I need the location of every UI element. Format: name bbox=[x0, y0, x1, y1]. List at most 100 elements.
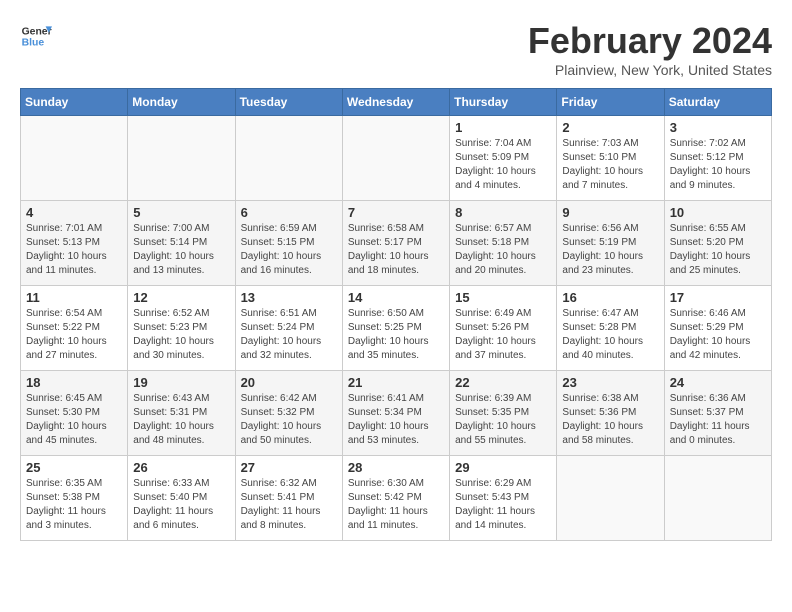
day-info: Sunrise: 6:45 AMSunset: 5:30 PMDaylight:… bbox=[26, 392, 122, 448]
day-number: 8 bbox=[455, 205, 551, 220]
day-info: Sunrise: 6:29 AMSunset: 5:43 PMDaylight:… bbox=[455, 477, 551, 533]
day-info: Sunrise: 7:00 AMSunset: 5:14 PMDaylight:… bbox=[133, 222, 229, 278]
calendar-cell: 28 Sunrise: 6:30 AMSunset: 5:42 PMDayligh… bbox=[342, 456, 449, 541]
header-day-tuesday: Tuesday bbox=[235, 89, 342, 116]
day-info: Sunrise: 6:47 AMSunset: 5:28 PMDaylight:… bbox=[562, 307, 658, 363]
header-day-wednesday: Wednesday bbox=[342, 89, 449, 116]
week-row-1: 4 Sunrise: 7:01 AMSunset: 5:13 PMDaylight… bbox=[21, 201, 772, 286]
calendar-cell: 13Sunrise: 6:51 AMSunset: 5:24 PMDayligh… bbox=[235, 286, 342, 371]
header-day-friday: Friday bbox=[557, 89, 664, 116]
calendar-cell: 10 Sunrise: 6:55 AMSunset: 5:20 PMDayligh… bbox=[664, 201, 771, 286]
calendar-cell: 14 Sunrise: 6:50 AMSunset: 5:25 PMDayligh… bbox=[342, 286, 449, 371]
calendar-cell: 25Sunrise: 6:35 AMSunset: 5:38 PMDayligh… bbox=[21, 456, 128, 541]
day-number: 15 bbox=[455, 290, 551, 305]
day-number: 25 bbox=[26, 460, 122, 475]
day-number: 19 bbox=[133, 375, 229, 390]
day-number: 16 bbox=[562, 290, 658, 305]
day-number: 22 bbox=[455, 375, 551, 390]
day-info: Sunrise: 6:32 AMSunset: 5:41 PMDaylight:… bbox=[241, 477, 337, 533]
day-info: Sunrise: 6:38 AMSunset: 5:36 PMDaylight:… bbox=[562, 392, 658, 448]
day-info: Sunrise: 6:42 AMSunset: 5:32 PMDaylight:… bbox=[241, 392, 337, 448]
day-number: 5 bbox=[133, 205, 229, 220]
day-number: 20 bbox=[241, 375, 337, 390]
day-info: Sunrise: 7:02 AMSunset: 5:12 PMDaylight:… bbox=[670, 137, 766, 193]
calendar-cell: 12 Sunrise: 6:52 AMSunset: 5:23 PMDayligh… bbox=[128, 286, 235, 371]
day-info: Sunrise: 7:03 AMSunset: 5:10 PMDaylight:… bbox=[562, 137, 658, 193]
day-number: 7 bbox=[348, 205, 444, 220]
header-day-monday: Monday bbox=[128, 89, 235, 116]
header-day-thursday: Thursday bbox=[450, 89, 557, 116]
calendar-cell: 16 Sunrise: 6:47 AMSunset: 5:28 PMDayligh… bbox=[557, 286, 664, 371]
day-info: Sunrise: 6:55 AMSunset: 5:20 PMDaylight:… bbox=[670, 222, 766, 278]
day-info: Sunrise: 6:36 AMSunset: 5:37 PMDaylight:… bbox=[670, 392, 766, 448]
calendar-table: SundayMondayTuesdayWednesdayThursdayFrid… bbox=[20, 88, 772, 541]
day-number: 2 bbox=[562, 120, 658, 135]
calendar-cell: 11 Sunrise: 6:54 AMSunset: 5:22 PMDayligh… bbox=[21, 286, 128, 371]
day-info: Sunrise: 6:52 AMSunset: 5:23 PMDaylight:… bbox=[133, 307, 229, 363]
calendar-cell: 27Sunrise: 6:32 AMSunset: 5:41 PMDayligh… bbox=[235, 456, 342, 541]
day-number: 26 bbox=[133, 460, 229, 475]
calendar-header: SundayMondayTuesdayWednesdayThursdayFrid… bbox=[21, 89, 772, 116]
calendar-cell: 1 Sunrise: 7:04 AMSunset: 5:09 PMDaylight… bbox=[450, 116, 557, 201]
calendar-cell: 9Sunrise: 6:56 AMSunset: 5:19 PMDaylight… bbox=[557, 201, 664, 286]
calendar-cell bbox=[235, 116, 342, 201]
logo-icon: General Blue bbox=[20, 20, 52, 52]
calendar-cell: 17 Sunrise: 6:46 AMSunset: 5:29 PMDayligh… bbox=[664, 286, 771, 371]
day-number: 14 bbox=[348, 290, 444, 305]
calendar-cell: 5 Sunrise: 7:00 AMSunset: 5:14 PMDaylight… bbox=[128, 201, 235, 286]
day-info: Sunrise: 6:57 AMSunset: 5:18 PMDaylight:… bbox=[455, 222, 551, 278]
day-number: 13 bbox=[241, 290, 337, 305]
header-day-saturday: Saturday bbox=[664, 89, 771, 116]
week-row-3: 18Sunrise: 6:45 AMSunset: 5:30 PMDayligh… bbox=[21, 371, 772, 456]
day-info: Sunrise: 6:54 AMSunset: 5:22 PMDaylight:… bbox=[26, 307, 122, 363]
day-number: 1 bbox=[455, 120, 551, 135]
day-info: Sunrise: 6:30 AMSunset: 5:42 PMDaylight:… bbox=[348, 477, 444, 533]
calendar-cell: 3 Sunrise: 7:02 AMSunset: 5:12 PMDaylight… bbox=[664, 116, 771, 201]
header-day-sunday: Sunday bbox=[21, 89, 128, 116]
calendar-cell: 8 Sunrise: 6:57 AMSunset: 5:18 PMDaylight… bbox=[450, 201, 557, 286]
day-number: 23 bbox=[562, 375, 658, 390]
calendar-cell: 21 Sunrise: 6:41 AMSunset: 5:34 PMDayligh… bbox=[342, 371, 449, 456]
calendar-cell: 24 Sunrise: 6:36 AMSunset: 5:37 PMDayligh… bbox=[664, 371, 771, 456]
day-number: 6 bbox=[241, 205, 337, 220]
location-text: Plainview, New York, United States bbox=[528, 62, 772, 78]
day-number: 10 bbox=[670, 205, 766, 220]
calendar-cell: 7Sunrise: 6:58 AMSunset: 5:17 PMDaylight… bbox=[342, 201, 449, 286]
week-row-0: 1 Sunrise: 7:04 AMSunset: 5:09 PMDaylight… bbox=[21, 116, 772, 201]
day-number: 21 bbox=[348, 375, 444, 390]
day-number: 4 bbox=[26, 205, 122, 220]
calendar-cell: 18Sunrise: 6:45 AMSunset: 5:30 PMDayligh… bbox=[21, 371, 128, 456]
day-info: Sunrise: 6:33 AMSunset: 5:40 PMDaylight:… bbox=[133, 477, 229, 533]
day-number: 28 bbox=[348, 460, 444, 475]
day-info: Sunrise: 6:59 AMSunset: 5:15 PMDaylight:… bbox=[241, 222, 337, 278]
day-number: 24 bbox=[670, 375, 766, 390]
svg-text:Blue: Blue bbox=[22, 38, 45, 49]
day-number: 12 bbox=[133, 290, 229, 305]
logo: General Blue bbox=[20, 20, 52, 52]
calendar-cell: 2 Sunrise: 7:03 AMSunset: 5:10 PMDaylight… bbox=[557, 116, 664, 201]
calendar-cell: 23 Sunrise: 6:38 AMSunset: 5:36 PMDayligh… bbox=[557, 371, 664, 456]
day-info: Sunrise: 6:41 AMSunset: 5:34 PMDaylight:… bbox=[348, 392, 444, 448]
day-number: 3 bbox=[670, 120, 766, 135]
calendar-cell bbox=[664, 456, 771, 541]
calendar-cell bbox=[21, 116, 128, 201]
calendar-cell: 20 Sunrise: 6:42 AMSunset: 5:32 PMDayligh… bbox=[235, 371, 342, 456]
calendar-cell bbox=[342, 116, 449, 201]
day-info: Sunrise: 6:43 AMSunset: 5:31 PMDaylight:… bbox=[133, 392, 229, 448]
day-info: Sunrise: 7:01 AMSunset: 5:13 PMDaylight:… bbox=[26, 222, 122, 278]
calendar-cell: 19 Sunrise: 6:43 AMSunset: 5:31 PMDayligh… bbox=[128, 371, 235, 456]
day-info: Sunrise: 7:04 AMSunset: 5:09 PMDaylight:… bbox=[455, 137, 551, 193]
header-row: SundayMondayTuesdayWednesdayThursdayFrid… bbox=[21, 89, 772, 116]
calendar-cell: 22 Sunrise: 6:39 AMSunset: 5:35 PMDayligh… bbox=[450, 371, 557, 456]
day-info: Sunrise: 6:46 AMSunset: 5:29 PMDaylight:… bbox=[670, 307, 766, 363]
day-info: Sunrise: 6:50 AMSunset: 5:25 PMDaylight:… bbox=[348, 307, 444, 363]
day-number: 11 bbox=[26, 290, 122, 305]
day-number: 17 bbox=[670, 290, 766, 305]
calendar-cell: 29Sunrise: 6:29 AMSunset: 5:43 PMDayligh… bbox=[450, 456, 557, 541]
day-info: Sunrise: 6:56 AMSunset: 5:19 PMDaylight:… bbox=[562, 222, 658, 278]
calendar-cell bbox=[128, 116, 235, 201]
calendar-cell bbox=[557, 456, 664, 541]
week-row-2: 11 Sunrise: 6:54 AMSunset: 5:22 PMDayligh… bbox=[21, 286, 772, 371]
day-info: Sunrise: 6:39 AMSunset: 5:35 PMDaylight:… bbox=[455, 392, 551, 448]
day-info: Sunrise: 6:49 AMSunset: 5:26 PMDaylight:… bbox=[455, 307, 551, 363]
